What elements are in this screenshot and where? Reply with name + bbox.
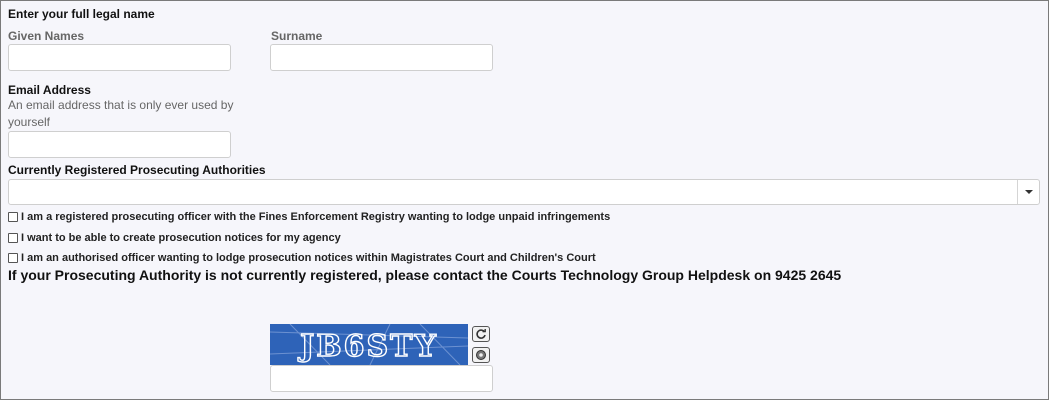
captcha-input[interactable]	[270, 365, 493, 392]
authorities-label: Currently Registered Prosecuting Authori…	[8, 163, 266, 177]
form-panel: Enter your full legal name Given Names S…	[0, 0, 1049, 400]
email-help-line1: An email address that is only ever used …	[8, 98, 234, 112]
checkbox-fines-enforcement[interactable]	[8, 212, 18, 222]
dropdown-toggle[interactable]	[1017, 180, 1039, 204]
checkbox-authorised-officer[interactable]	[8, 253, 18, 263]
checkbox-authorised-officer-label: I am an authorised officer wanting to lo…	[21, 252, 596, 264]
given-names-input[interactable]	[8, 44, 231, 71]
surname-input[interactable]	[270, 44, 493, 71]
section-title: Enter your full legal name	[8, 7, 155, 21]
chevron-down-icon	[1024, 190, 1033, 194]
captcha-image: JB6STY	[270, 324, 468, 365]
checkbox-prosecution-notices[interactable]	[8, 233, 18, 243]
checkbox-row-prosecution-notices[interactable]: I want to be able to create prosecution …	[8, 232, 341, 244]
given-names-label: Given Names	[8, 29, 85, 43]
email-input[interactable]	[8, 131, 231, 158]
email-label: Email Address	[8, 83, 91, 97]
surname-label: Surname	[271, 29, 323, 43]
captcha-text: JB6STY	[297, 329, 438, 364]
audio-icon	[476, 350, 486, 360]
helpdesk-notice: If your Prosecuting Authority is not cur…	[8, 267, 842, 283]
captcha-audio-button[interactable]	[472, 347, 490, 363]
checkbox-row-fines-enforcement[interactable]: I am a registered prosecuting officer wi…	[8, 211, 610, 223]
refresh-icon	[476, 329, 486, 339]
checkbox-fines-enforcement-label: I am a registered prosecuting officer wi…	[21, 211, 611, 223]
email-help-line2: yourself	[8, 115, 51, 129]
authorities-select[interactable]	[8, 179, 1040, 205]
checkbox-row-authorised-officer[interactable]: I am an authorised officer wanting to lo…	[8, 252, 596, 264]
captcha-refresh-button[interactable]	[472, 326, 490, 342]
checkbox-prosecution-notices-label: I want to be able to create prosecution …	[21, 232, 341, 244]
captcha-noise: JB6STY	[270, 324, 468, 365]
